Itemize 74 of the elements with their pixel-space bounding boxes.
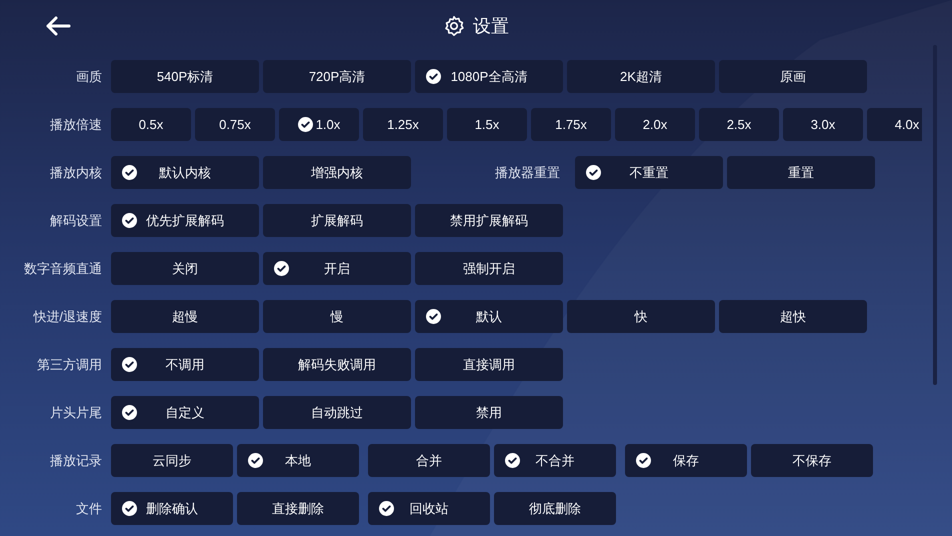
- setting-label: 第三方调用: [36, 356, 103, 374]
- check-icon: [122, 405, 137, 420]
- option-button[interactable]: 1080P全高清: [415, 60, 563, 93]
- option-button[interactable]: 云同步: [111, 444, 233, 477]
- option-button[interactable]: 不重置: [575, 156, 723, 189]
- option-button[interactable]: 本地: [237, 444, 359, 477]
- option-button[interactable]: 禁用扩展解码: [415, 204, 563, 237]
- check-icon: [636, 453, 651, 468]
- setting-label: 播放内核: [49, 164, 103, 182]
- setting-label: 播放器重置: [494, 164, 561, 182]
- option-button[interactable]: 不合并: [494, 444, 616, 477]
- option-button[interactable]: 3.0x: [783, 108, 863, 141]
- option-button[interactable]: 原画: [719, 60, 867, 93]
- page-title: 设置: [473, 14, 509, 38]
- check-icon: [274, 261, 289, 276]
- setting-label: 解码设置: [49, 212, 103, 230]
- setting-label: 文件: [75, 500, 103, 518]
- check-icon: [505, 453, 520, 468]
- option-button[interactable]: 0.5x: [111, 108, 191, 141]
- check-icon: [426, 69, 441, 84]
- check-icon: [122, 357, 137, 372]
- option-button[interactable]: 2.5x: [699, 108, 779, 141]
- setting-label: 播放倍速: [49, 116, 103, 134]
- option-button[interactable]: 2K超清: [567, 60, 715, 93]
- check-icon: [379, 501, 394, 516]
- option-button[interactable]: 自动跳过: [263, 396, 411, 429]
- check-icon: [248, 453, 263, 468]
- option-button[interactable]: 合并: [368, 444, 490, 477]
- option-button[interactable]: 优先扩展解码: [111, 204, 259, 237]
- option-button[interactable]: 默认内核: [111, 156, 259, 189]
- option-button[interactable]: 不调用: [111, 348, 259, 381]
- option-button[interactable]: 开启: [263, 252, 411, 285]
- option-button[interactable]: 540P标清: [111, 60, 259, 93]
- option-button[interactable]: 默认: [415, 300, 563, 333]
- option-button[interactable]: 1.5x: [447, 108, 527, 141]
- setting-label: 数字音频直通: [23, 260, 103, 278]
- check-icon: [426, 309, 441, 324]
- check-icon: [122, 213, 137, 228]
- scrollbar[interactable]: [933, 45, 937, 385]
- option-button[interactable]: 禁用: [415, 396, 563, 429]
- option-button[interactable]: 保存: [625, 444, 747, 477]
- option-button[interactable]: 关闭: [111, 252, 259, 285]
- check-icon: [122, 165, 137, 180]
- option-button[interactable]: 不保存: [751, 444, 873, 477]
- option-button[interactable]: 1.0x: [279, 108, 359, 141]
- option-button[interactable]: 快: [567, 300, 715, 333]
- option-button[interactable]: 自定义: [111, 396, 259, 429]
- option-button[interactable]: 1.25x: [363, 108, 443, 141]
- option-button[interactable]: 超快: [719, 300, 867, 333]
- setting-label: 片头片尾: [49, 404, 103, 422]
- option-button[interactable]: 4.0x: [867, 108, 922, 141]
- option-button[interactable]: 解码失败调用: [263, 348, 411, 381]
- option-button[interactable]: 删除确认: [111, 492, 233, 525]
- option-button[interactable]: 1.75x: [531, 108, 611, 141]
- setting-label: 画质: [75, 68, 103, 86]
- option-button[interactable]: 彻底删除: [494, 492, 616, 525]
- option-button[interactable]: 增强内核: [263, 156, 411, 189]
- setting-label: 快进/退速度: [32, 308, 103, 326]
- option-button[interactable]: 2.0x: [615, 108, 695, 141]
- option-button[interactable]: 720P高清: [263, 60, 411, 93]
- option-button[interactable]: 直接删除: [237, 492, 359, 525]
- option-button[interactable]: 慢: [263, 300, 411, 333]
- check-icon: [122, 501, 137, 516]
- option-button[interactable]: 扩展解码: [263, 204, 411, 237]
- settings-icon: [443, 15, 465, 37]
- option-button[interactable]: 0.75x: [195, 108, 275, 141]
- option-button[interactable]: 强制开启: [415, 252, 563, 285]
- option-button[interactable]: 回收站: [368, 492, 490, 525]
- setting-label: 播放记录: [49, 452, 103, 470]
- option-button[interactable]: 直接调用: [415, 348, 563, 381]
- option-button[interactable]: 超慢: [111, 300, 259, 333]
- option-button[interactable]: 重置: [727, 156, 875, 189]
- check-icon: [586, 165, 601, 180]
- check-icon: [298, 117, 313, 132]
